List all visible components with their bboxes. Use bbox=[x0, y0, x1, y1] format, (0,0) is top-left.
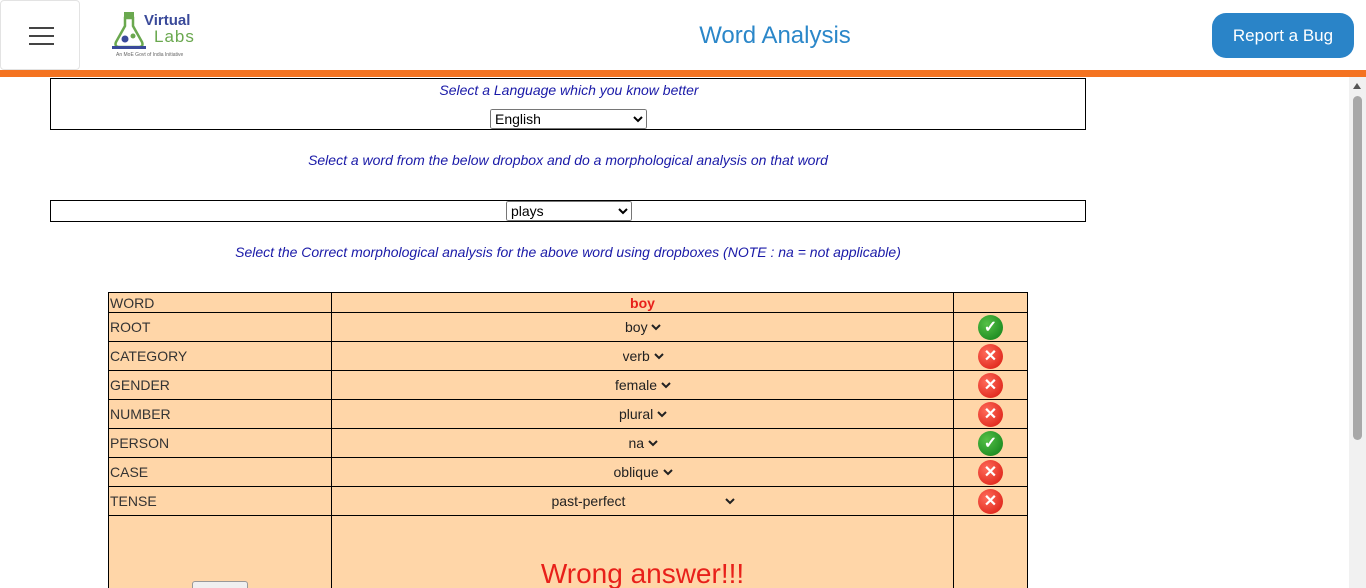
person-result-cell: ✓ bbox=[953, 428, 1028, 458]
gender-cell: female bbox=[331, 370, 954, 400]
word-select[interactable]: plays bbox=[506, 201, 632, 221]
row-label-root: ROOT bbox=[108, 312, 332, 342]
language-section: Select a Language which you know better … bbox=[50, 78, 1086, 130]
cross-icon: ✕ bbox=[978, 343, 1003, 369]
check-icon: ✓ bbox=[978, 314, 1003, 340]
check-button-cell bbox=[108, 515, 332, 588]
cross-icon: ✕ bbox=[978, 488, 1003, 514]
case-cell: oblique bbox=[331, 457, 954, 487]
header: Virtual Labs An MoE Govt of India Initia… bbox=[0, 0, 1366, 70]
table-row-word: WORD boy bbox=[108, 292, 1028, 313]
person-select[interactable]: na bbox=[624, 434, 661, 452]
row-label-number: NUMBER bbox=[108, 399, 332, 429]
cross-icon: ✕ bbox=[978, 372, 1003, 398]
feedback-cell: Wrong answer!!! bbox=[331, 515, 954, 588]
tense-select[interactable]: past-perfect bbox=[547, 492, 738, 510]
number-cell: plural bbox=[331, 399, 954, 429]
logo-tagline: An MoE Govt of India Initiative bbox=[116, 52, 184, 58]
word-instruction: Select a word from the below dropbox and… bbox=[308, 152, 828, 168]
scroll-up-arrow-icon[interactable] bbox=[1353, 83, 1361, 89]
category-cell: verb bbox=[331, 341, 954, 371]
table-row: PERSON na ✓ bbox=[108, 428, 1028, 458]
row-label-person: PERSON bbox=[108, 428, 332, 458]
row-label-tense: TENSE bbox=[108, 486, 332, 516]
header-divider bbox=[0, 70, 1366, 77]
tense-result-cell: ✕ bbox=[953, 486, 1028, 516]
row-label-word: WORD bbox=[108, 292, 332, 313]
page-scrollbar[interactable] bbox=[1349, 77, 1366, 588]
flask-logo-icon bbox=[112, 12, 146, 49]
case-result-cell: ✕ bbox=[953, 457, 1028, 487]
number-select[interactable]: plural bbox=[615, 405, 670, 423]
morph-analysis-table: WORD boy ROOT boy ✓ CATEGORY verb ✕ GEND… bbox=[108, 292, 1028, 588]
menu-icon-bar bbox=[29, 35, 54, 37]
root-select[interactable]: boy bbox=[621, 318, 664, 336]
word-select-section: plays bbox=[50, 200, 1086, 222]
menu-icon-bar bbox=[29, 43, 54, 45]
cross-icon: ✕ bbox=[978, 401, 1003, 427]
category-result-cell: ✕ bbox=[953, 341, 1028, 371]
root-cell: boy bbox=[331, 312, 954, 342]
check-answer-button[interactable] bbox=[192, 581, 248, 588]
word-value-cell: boy bbox=[331, 292, 954, 313]
table-row-feedback: Wrong answer!!! bbox=[108, 515, 1028, 588]
table-row: NUMBER plural ✕ bbox=[108, 399, 1028, 429]
cross-icon: ✕ bbox=[978, 459, 1003, 485]
row-label-gender: GENDER bbox=[108, 370, 332, 400]
analysis-instruction: Select the Correct morphological analysi… bbox=[235, 244, 901, 260]
number-result-cell: ✕ bbox=[953, 399, 1028, 429]
page-title: Word Analysis bbox=[699, 22, 851, 49]
root-result-cell: ✓ bbox=[953, 312, 1028, 342]
report-bug-button[interactable]: Report a Bug bbox=[1212, 13, 1354, 58]
category-select[interactable]: verb bbox=[618, 347, 667, 365]
word-result-cell bbox=[953, 292, 1028, 313]
language-select[interactable]: English bbox=[490, 109, 647, 129]
gender-select[interactable]: female bbox=[611, 376, 674, 394]
gender-result-cell: ✕ bbox=[953, 370, 1028, 400]
word-value: boy bbox=[630, 294, 655, 311]
hamburger-menu-button[interactable] bbox=[0, 0, 80, 70]
table-row: GENDER female ✕ bbox=[108, 370, 1028, 400]
row-label-category: CATEGORY bbox=[108, 341, 332, 371]
menu-icon bbox=[29, 27, 54, 29]
virtual-labs-logo[interactable]: Virtual Labs An MoE Govt of India Initia… bbox=[110, 10, 202, 60]
table-row: TENSE past-perfect ✕ bbox=[108, 486, 1028, 516]
case-select[interactable]: oblique bbox=[609, 463, 676, 481]
table-row: CATEGORY verb ✕ bbox=[108, 341, 1028, 371]
row-label-case: CASE bbox=[108, 457, 332, 487]
tense-cell: past-perfect bbox=[331, 486, 954, 516]
person-cell: na bbox=[331, 428, 954, 458]
logo-text-labs: Labs bbox=[154, 27, 195, 46]
scrollbar-thumb[interactable] bbox=[1353, 96, 1362, 440]
language-label: Select a Language which you know better bbox=[439, 82, 699, 98]
feedback-result-cell bbox=[953, 515, 1028, 588]
wrong-answer-message: Wrong answer!!! bbox=[540, 558, 745, 588]
check-icon: ✓ bbox=[978, 430, 1003, 456]
table-row: CASE oblique ✕ bbox=[108, 457, 1028, 487]
table-row: ROOT boy ✓ bbox=[108, 312, 1028, 342]
